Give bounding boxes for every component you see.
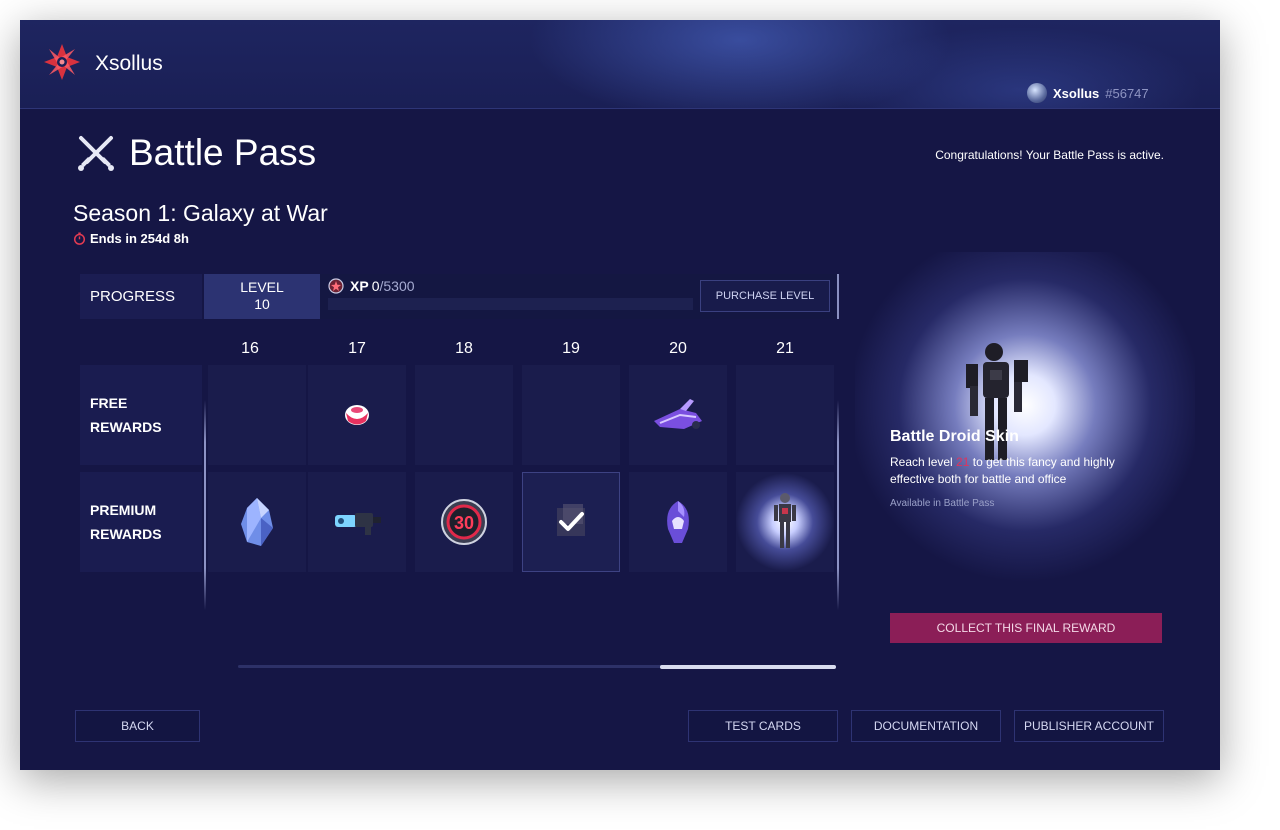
premium-label-line1: PREMIUM xyxy=(90,502,157,518)
stopwatch-icon xyxy=(73,232,86,245)
collect-final-reward-button[interactable]: COLLECT THIS FINAL REWARD xyxy=(890,613,1162,643)
free-rewards-label: FREE REWARDS xyxy=(80,365,202,465)
free-reward-cell-16[interactable] xyxy=(208,365,306,465)
badge-30-text: 30 xyxy=(454,513,474,533)
level-number: 18 xyxy=(455,340,473,357)
premium-reward-cell-20[interactable] xyxy=(629,472,727,572)
grid-divider xyxy=(837,274,839,319)
premium-reward-cell-21[interactable] xyxy=(736,472,834,572)
rewards-scrollbar-thumb[interactable] xyxy=(660,665,836,669)
free-reward-cell-19[interactable] xyxy=(522,365,620,465)
premium-label-line2: REWARDS xyxy=(90,526,162,542)
level-number: 16 xyxy=(241,340,259,357)
level-label: LEVEL xyxy=(240,279,284,295)
free-reward-cell-17[interactable] xyxy=(308,365,406,465)
level-value: 10 xyxy=(254,296,270,312)
grid-right-edge xyxy=(837,400,839,610)
publisher-account-button[interactable]: PUBLISHER ACCOUNT xyxy=(1014,710,1164,742)
user-name: Xsollus xyxy=(1053,85,1100,101)
battle-droid-skin-icon xyxy=(966,343,1028,460)
level-number: 19 xyxy=(562,340,580,357)
xp-icon xyxy=(328,278,344,294)
season-timer: Ends in 254d 8h xyxy=(73,231,189,246)
current-level: LEVEL 10 xyxy=(204,274,320,319)
claimed-check-icon xyxy=(557,504,585,536)
feature-desc-prefix: Reach level xyxy=(890,455,957,469)
premium-reward-cell-19[interactable] xyxy=(522,472,620,572)
season-title: Season 1: Galaxy at War xyxy=(73,200,328,226)
premium-reward-cell-17[interactable] xyxy=(308,472,406,572)
page-title: Battle Pass xyxy=(129,132,317,173)
user-id: #56747 xyxy=(1105,85,1149,101)
logo-icon[interactable] xyxy=(42,42,82,82)
blaster-gun-icon xyxy=(335,513,381,535)
free-label-line2: REWARDS xyxy=(90,419,162,435)
free-reward-cell-18[interactable] xyxy=(415,365,513,465)
level-number: 21 xyxy=(776,340,794,357)
brand-name[interactable]: Xsollus xyxy=(95,52,163,76)
battle-droid-icon xyxy=(774,493,796,548)
xp-progress: XP 0/5300 PURCHASE LEVEL xyxy=(320,274,838,319)
status-message: Congratulations! Your Battle Pass is act… xyxy=(935,148,1164,162)
back-button[interactable]: BACK xyxy=(75,710,200,742)
level-30-badge-icon: 30 xyxy=(441,499,487,545)
xp-current: 0 xyxy=(371,278,380,294)
purchase-level-button[interactable]: PURCHASE LEVEL xyxy=(700,280,830,312)
feature-availability: Available in Battle Pass xyxy=(890,498,995,509)
battle-pass-window: Xsollus Xsollus #56747 Battle Pass Congr… xyxy=(20,20,1220,770)
alien-helmet-icon xyxy=(667,501,689,543)
hover-bike-icon xyxy=(654,399,702,429)
test-cards-button[interactable]: TEST CARDS xyxy=(688,710,838,742)
feature-reward-title: Battle Droid Skin xyxy=(890,428,1019,445)
premium-reward-cell-18[interactable]: 30 xyxy=(415,472,513,572)
feature-reward-description: Reach level 21 to get this fancy and hig… xyxy=(890,454,1130,488)
grid-left-edge xyxy=(204,400,206,610)
xp-total: /5300 xyxy=(379,278,415,294)
gem-capsule-icon xyxy=(345,405,369,425)
level-number: 17 xyxy=(348,340,366,357)
xp-label: XP xyxy=(350,278,369,294)
crossed-swords-icon xyxy=(78,136,114,171)
free-reward-cell-20[interactable] xyxy=(629,365,727,465)
page-title-row: Battle Pass xyxy=(75,132,316,174)
top-bar: Xsollus Xsollus #56747 xyxy=(20,20,1220,109)
xp-track xyxy=(328,298,693,310)
user-avatar-icon xyxy=(1027,83,1047,103)
free-label-line1: FREE xyxy=(90,395,128,411)
documentation-button[interactable]: DOCUMENTATION xyxy=(851,710,1001,742)
premium-reward-cell-16[interactable] xyxy=(208,472,306,572)
premium-rewards-label: PREMIUM REWARDS xyxy=(80,472,202,572)
crystal-icon xyxy=(241,498,273,546)
level-number: 20 xyxy=(669,340,687,357)
ends-in-text: Ends in 254d 8h xyxy=(90,231,189,246)
progress-label: PROGRESS xyxy=(80,274,202,319)
feature-desc-level: 21 xyxy=(956,455,970,469)
xp-label-group: XP 0/5300 xyxy=(328,278,415,294)
free-reward-cell-21[interactable] xyxy=(736,365,834,465)
user-info[interactable]: Xsollus #56747 xyxy=(1027,83,1149,103)
